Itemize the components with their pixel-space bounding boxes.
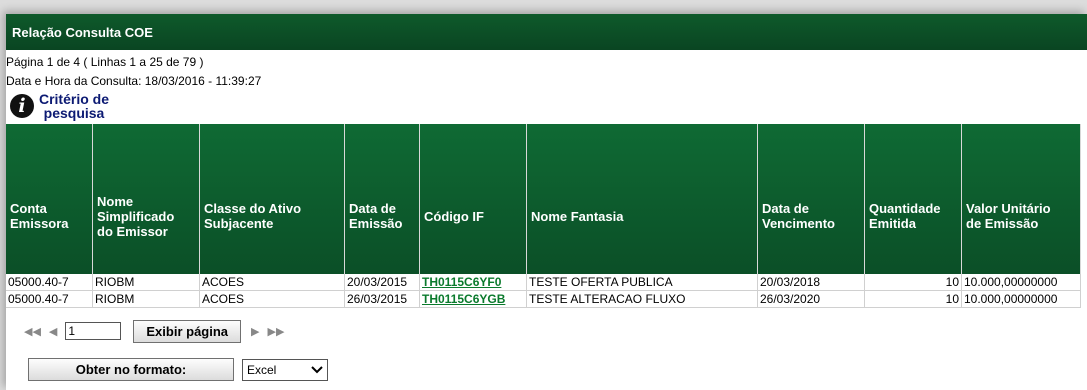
cell-quantidade: 10 (864, 274, 962, 291)
last-page-icon[interactable]: ▶▶ (268, 325, 285, 338)
table-row: 05000.40-7 RIOBM ACOES 26/03/2015 TH0115… (6, 290, 1081, 308)
cell-conta: 05000.40-7 (6, 290, 93, 308)
cell-classe: ACOES (199, 290, 345, 308)
export-format-select[interactable]: Excel (242, 358, 328, 381)
search-criteria-link[interactable]: i Critério de pesquisa (10, 91, 1087, 121)
info-icon: i (10, 94, 34, 118)
query-info: Página 1 de 4 ( Linhas 1 a 25 de 79 ) Da… (6, 53, 1087, 91)
cell-classe: ACOES (199, 274, 345, 291)
chevron-down-icon (311, 363, 323, 377)
codigo-if-link[interactable]: TH0115C6YGB (422, 292, 505, 306)
cell-codigo-if: TH0115C6YGB (419, 290, 527, 308)
header-line: Data de (349, 201, 396, 216)
criteria-label-line1: Critério de (38, 91, 109, 107)
prev-page-icon[interactable]: ◀ (49, 325, 57, 338)
table-row: 05000.40-7 RIOBM ACOES 20/03/2015 TH0115… (6, 274, 1081, 291)
cell-nome-fantasia: TESTE OFERTA PUBLICA (526, 274, 758, 291)
header-line: Nome (97, 193, 134, 209)
cell-quantidade: 10 (864, 290, 962, 308)
page-title: Relação Consulta COE (12, 24, 153, 40)
col-conta-emissora[interactable]: Conta Emissora (6, 124, 93, 274)
header-line: Vencimento (762, 216, 835, 231)
header-line: Emissão (349, 216, 403, 231)
cell-data-vencimento: 26/03/2020 (757, 290, 865, 308)
header-line: Classe do Ativo (204, 201, 302, 216)
cell-valor-unitario: 10.000,00000000 (961, 290, 1081, 308)
title-bar: Relação Consulta COE (6, 14, 1087, 50)
header-line: Emitida (869, 216, 916, 231)
show-page-button[interactable]: Exibir página (133, 319, 242, 343)
query-datetime: Data e Hora da Consulta: 18/03/2016 - 11… (6, 74, 262, 88)
export-controls: Obter no formato: Excel (28, 358, 1087, 381)
coe-query-window: Relação Consulta COE Página 1 de 4 ( Lin… (6, 14, 1087, 390)
header-line: Quantidade (869, 201, 941, 216)
col-nome-fantasia[interactable]: Nome Fantasia (526, 124, 758, 274)
next-page-icon[interactable]: ▶ (251, 325, 259, 338)
cell-data-emissao: 26/03/2015 (344, 290, 420, 308)
col-data-emissao[interactable]: Data de Emissão (344, 124, 420, 274)
header-line: de Emissão (966, 216, 1039, 231)
page-number-input[interactable] (65, 322, 122, 340)
pagination-controls: ◀◀ ◀ Exibir página ▶ ▶▶ (24, 316, 1087, 346)
header-line: Data de (762, 201, 809, 216)
cell-conta: 05000.40-7 (6, 274, 93, 291)
header-line: Nome Fantasia (531, 208, 624, 224)
col-data-vencimento[interactable]: Data de Vencimento (757, 124, 865, 274)
first-page-icon[interactable]: ◀◀ (24, 325, 41, 338)
header-line: Conta (10, 201, 47, 216)
results-table: Conta Emissora Nome Simplificado do Emis… (6, 124, 1081, 308)
pagination-info: Página 1 de 4 ( Linhas 1 a 25 de 79 ) (6, 55, 204, 69)
criteria-label-line2: pesquisa (43, 105, 105, 121)
header-line: Subjacente (204, 216, 274, 231)
col-quantidade[interactable]: Quantidade Emitida (864, 124, 962, 274)
cell-data-emissao: 20/03/2015 (344, 274, 420, 291)
col-codigo-if[interactable]: Código IF (419, 124, 527, 274)
header-line: Código IF (424, 208, 484, 224)
cell-emissor: RIOBM (92, 290, 200, 308)
header-line: Valor Unitário (966, 201, 1051, 216)
col-classe-ativo[interactable]: Classe do Ativo Subjacente (199, 124, 345, 274)
header-line: do Emissor (97, 223, 168, 239)
header-line: Emissora (10, 216, 69, 231)
col-nome-emissor[interactable]: Nome Simplificado do Emissor (92, 124, 200, 274)
cell-data-vencimento: 20/03/2018 (757, 274, 865, 291)
export-button[interactable]: Obter no formato: (28, 358, 234, 381)
header-line: Simplificado (97, 208, 175, 224)
export-format-value: Excel (247, 362, 277, 377)
cell-nome-fantasia: TESTE ALTERACAO FLUXO (526, 290, 758, 308)
col-valor-unitario[interactable]: Valor Unitário de Emissão (961, 124, 1081, 274)
table-header-row: Conta Emissora Nome Simplificado do Emis… (6, 124, 1081, 274)
cell-codigo-if: TH0115C6YF0 (419, 274, 527, 291)
codigo-if-link[interactable]: TH0115C6YF0 (422, 275, 501, 289)
cell-valor-unitario: 10.000,00000000 (961, 274, 1081, 291)
search-criteria-label: Critério de pesquisa (38, 92, 110, 120)
cell-emissor: RIOBM (92, 274, 200, 291)
